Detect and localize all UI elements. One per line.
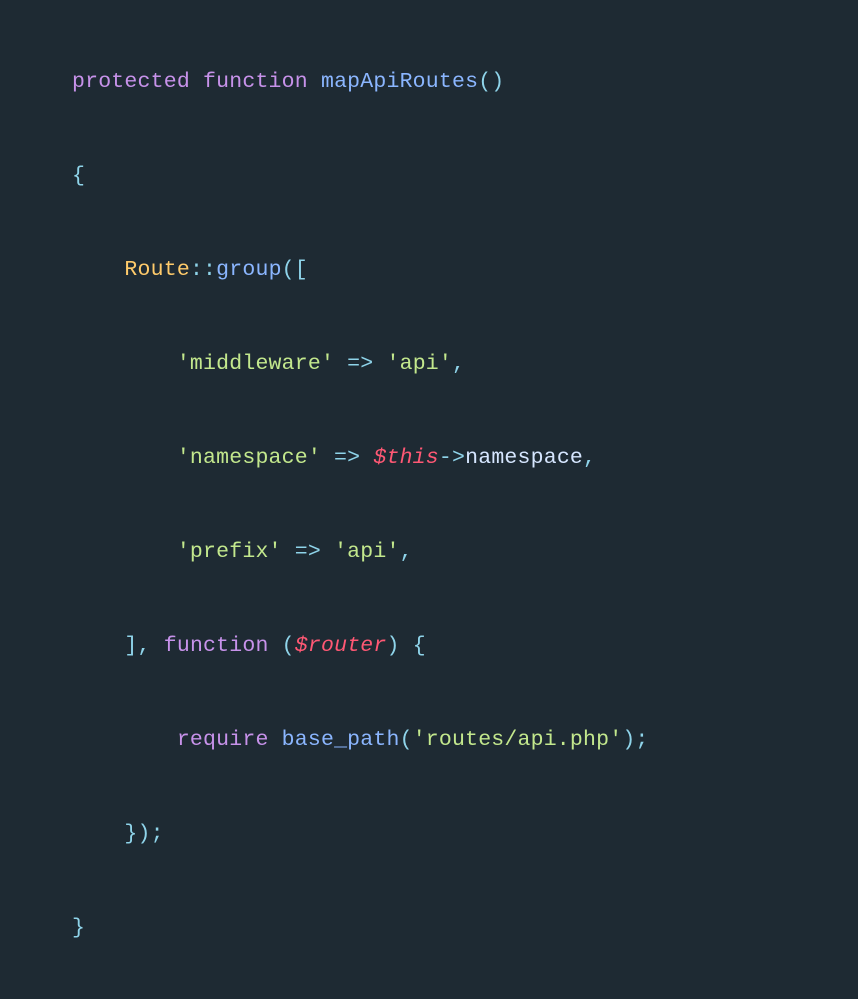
keyword: require: [177, 728, 269, 752]
string: 'api': [386, 352, 452, 376]
punctuation: ,: [583, 446, 596, 470]
punctuation: =>: [282, 540, 334, 564]
function-name: group: [216, 258, 282, 282]
code-line: {: [0, 153, 858, 200]
punctuation: =>: [334, 352, 386, 376]
keyword: function: [164, 634, 269, 658]
code-line: });: [0, 811, 858, 858]
code-line: }: [0, 905, 858, 952]
variable: $this: [373, 446, 439, 470]
punctuation: ) {: [387, 634, 426, 658]
code-line: protected function mapApiRoutes(): [0, 59, 858, 106]
keyword: function: [203, 70, 308, 94]
code-line: 'prefix' => 'api',: [0, 529, 858, 576]
punctuation: ],: [124, 634, 163, 658]
string: 'prefix': [177, 540, 282, 564]
punctuation: (: [400, 728, 413, 752]
code-line: 'middleware' => 'api',: [0, 341, 858, 388]
punctuation: (): [478, 70, 504, 94]
brace: {: [72, 164, 85, 188]
punctuation: (: [282, 634, 295, 658]
punctuation: ->: [439, 446, 465, 470]
punctuation: =>: [321, 446, 373, 470]
code-line: 'namespace' => $this->namespace,: [0, 435, 858, 482]
punctuation: );: [622, 728, 648, 752]
code-line: require base_path('routes/api.php');: [0, 717, 858, 764]
code-block: protected function mapApiRoutes() { Rout…: [0, 0, 858, 999]
function-name: base_path: [282, 728, 400, 752]
function-name: mapApiRoutes: [321, 70, 478, 94]
string: 'routes/api.php': [413, 728, 623, 752]
punctuation: ([: [282, 258, 308, 282]
punctuation: ,: [452, 352, 465, 376]
punctuation: });: [124, 822, 163, 846]
punctuation: ,: [400, 540, 413, 564]
string: 'namespace': [177, 446, 321, 470]
code-line: ], function ($router) {: [0, 623, 858, 670]
string: 'api': [334, 540, 400, 564]
code-line: Route::group([: [0, 247, 858, 294]
punctuation: ::: [190, 258, 216, 282]
class-name: Route: [124, 258, 190, 282]
brace: }: [72, 916, 85, 940]
variable: $router: [295, 634, 387, 658]
keyword: protected: [72, 70, 190, 94]
string: 'middleware': [177, 352, 334, 376]
property: namespace: [465, 446, 583, 470]
